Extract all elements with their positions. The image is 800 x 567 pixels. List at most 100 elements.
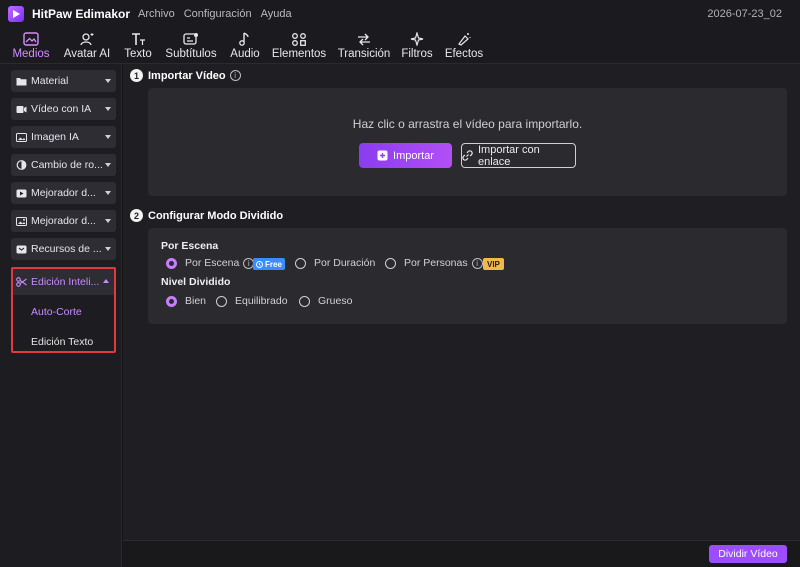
tab-label: Avatar AI (63, 48, 111, 60)
media-icon (23, 31, 39, 46)
clock-icon (256, 260, 263, 268)
sidebar-item-label: Material (31, 75, 69, 87)
radio-bien[interactable]: Bien (166, 295, 206, 307)
video-ai-icon (16, 104, 27, 114)
radio-unselected (216, 295, 227, 307)
radio-por-duracion[interactable]: Por Duración (295, 257, 375, 269)
sidebar-item-label: Mejorador d... (31, 187, 96, 199)
video-enhance-icon (16, 188, 27, 198)
import-hint: Haz clic o arrastra el vídeo para import… (352, 117, 583, 131)
effects-icon (456, 31, 472, 46)
sidebar-item-label: Cambio de ro... (31, 159, 103, 171)
chevron-up-icon (103, 279, 109, 283)
import-plus-icon (377, 150, 388, 161)
option-label: Bien (185, 295, 207, 307)
menu-archivo[interactable]: Archivo (138, 8, 175, 20)
info-icon[interactable]: i (229, 70, 241, 81)
tab-audio[interactable]: Audio (226, 28, 264, 64)
tab-label: Efectos (444, 48, 484, 60)
sidebar-subitem-edicion-texto[interactable]: Edición Texto (31, 336, 93, 348)
sidebar-item-mejorador-imagen[interactable]: Mejorador d... (11, 210, 116, 232)
tab-label: Audio (230, 48, 260, 60)
import-dropzone[interactable]: Haz clic o arrastra el vídeo para import… (148, 88, 787, 196)
transition-icon (356, 31, 372, 46)
split-settings-panel: Por Escena Por Escena i Free Por Duració… (148, 228, 787, 324)
scissors-icon (16, 277, 27, 287)
chevron-down-icon (105, 79, 111, 83)
tab-efectos[interactable]: Efectos (442, 28, 486, 64)
radio-unselected (295, 257, 306, 269)
option-label: Grueso (318, 295, 353, 307)
level-section-label: Nivel Dividido (161, 276, 231, 288)
import-link-button[interactable]: Importar con enlace (461, 143, 576, 168)
tab-avatar-ai[interactable]: Avatar AI (60, 28, 114, 64)
radio-equilibrado[interactable]: Equilibrado (216, 295, 288, 307)
chevron-down-icon (105, 163, 111, 167)
sidebar-item-label: Edición Inteli... (31, 276, 100, 288)
bottom-bar: Dividir Vídeo (123, 540, 800, 567)
radio-por-escena[interactable]: Por Escena i (166, 257, 255, 269)
menu-ayuda[interactable]: Ayuda (261, 8, 292, 20)
scene-section-label: Por Escena (161, 240, 219, 252)
menu-configuracion[interactable]: Configuración (184, 8, 252, 20)
tab-medios[interactable]: Medios (8, 28, 54, 64)
tab-label: Elementos (271, 48, 327, 60)
tab-filtros[interactable]: Filtros (399, 28, 435, 64)
face-swap-icon (16, 160, 27, 170)
sidebar-item-label: Imagen IA (31, 131, 79, 143)
sidebar-item-material[interactable]: Material (11, 70, 116, 92)
info-icon[interactable]: i (471, 257, 483, 269)
chevron-down-icon (105, 191, 111, 195)
tab-label: Subtítulos (165, 48, 217, 60)
sidebar: Material Vídeo con IA Imagen IA Cambio d… (0, 64, 122, 567)
tab-subtitulos[interactable]: Subtítulos (163, 28, 219, 64)
option-label: Por Escena (185, 257, 240, 269)
sidebar-item-imagen-ia[interactable]: Imagen IA (11, 126, 116, 148)
radio-selected (166, 295, 177, 307)
tab-texto[interactable]: Texto (121, 28, 155, 64)
sidebar-item-recursos[interactable]: Recursos de ... (11, 238, 116, 260)
import-button[interactable]: Importar (359, 143, 452, 168)
import-link-label: Importar con enlace (478, 143, 540, 168)
sparkle-icon (409, 31, 425, 46)
tab-label: Transición (337, 48, 391, 60)
sidebar-item-mejorador-video[interactable]: Mejorador d... (11, 182, 116, 204)
radio-por-personas[interactable]: Por Personas i (385, 257, 483, 269)
subtitles-icon (183, 31, 199, 46)
sidebar-subitem-auto-corte[interactable]: Auto-Corte (31, 306, 82, 318)
step-number: 1 (130, 69, 143, 82)
sidebar-item-label: Vídeo con IA (31, 103, 92, 115)
app-title: HitPaw Edimakor (32, 7, 131, 21)
sidebar-item-label: Recursos de ... (31, 243, 102, 255)
main-panel: 1 Importar Vídeo i Haz clic o arrastra e… (123, 64, 800, 567)
radio-unselected (299, 295, 310, 307)
sidebar-item-edicion-inteligente[interactable]: Edición Inteli... (13, 269, 114, 295)
tab-elementos[interactable]: Elementos (271, 28, 327, 64)
avatar-icon (79, 31, 95, 46)
import-button-label: Importar (393, 149, 434, 162)
free-badge: Free (253, 258, 285, 270)
chevron-down-icon (105, 107, 111, 111)
free-badge-label: Free (265, 259, 282, 269)
image-ai-icon (16, 132, 27, 142)
sidebar-item-label: Mejorador d... (31, 215, 96, 227)
text-icon (130, 31, 146, 46)
step2-label: Configurar Modo Dividido (148, 209, 284, 222)
option-label: Por Duración (314, 257, 376, 269)
music-note-icon (237, 31, 253, 46)
datestamp: 2026-07-23_02 (707, 8, 782, 20)
tab-transicion[interactable]: Transición (336, 28, 392, 64)
tab-label: Texto (124, 48, 152, 60)
sidebar-item-cambio-rostro[interactable]: Cambio de ro... (11, 154, 116, 176)
vip-badge: VIP (483, 258, 504, 270)
radio-grueso[interactable]: Grueso (299, 295, 352, 307)
radio-selected (166, 257, 177, 269)
link-icon (462, 150, 473, 161)
option-label: Equilibrado (235, 295, 288, 307)
split-video-button[interactable]: Dividir Vídeo (709, 545, 787, 563)
image-enhance-icon (16, 216, 27, 226)
sidebar-item-video-ia[interactable]: Vídeo con IA (11, 98, 116, 120)
tab-label: Filtros (401, 48, 433, 60)
option-label: Por Personas (404, 257, 468, 269)
sidebar-group-edicion-inteligente: Edición Inteli... Auto-Corte Edición Tex… (11, 267, 116, 353)
